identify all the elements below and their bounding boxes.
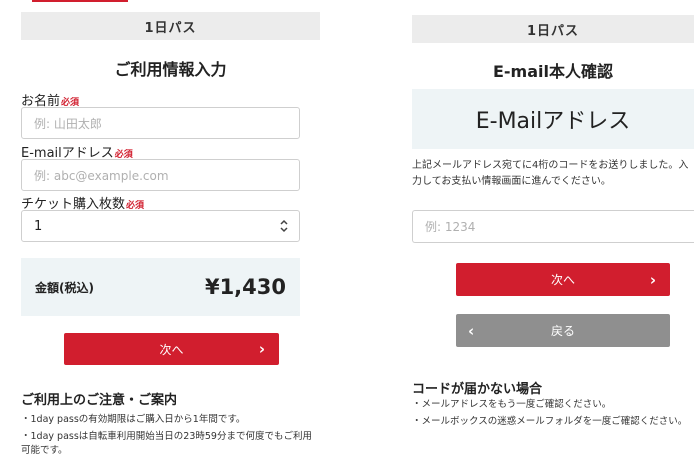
page-title: E-mail本人確認 — [492, 62, 613, 81]
price-summary: 金額(税込) ¥1,430 — [21, 258, 300, 316]
code-placeholder: 例: 1234 — [425, 220, 476, 234]
pass-header: 1日パス — [21, 12, 320, 40]
email-field[interactable]: 例: abc@example.com — [21, 159, 300, 191]
page-title: ご利用情報入力 — [114, 60, 227, 79]
ticket-count-value: 1 — [34, 218, 43, 234]
user-info-screen: 1日パス ご利用情報入力 お名前必須 例: 山田太郎 E-mailアドレス必須 … — [0, 0, 330, 460]
active-tab-indicator — [32, 0, 128, 2]
price-value: ¥1,430 — [204, 275, 286, 299]
notes-title: ご利用上のご注意・ご案内 — [21, 393, 178, 408]
next-button-label: 次へ — [159, 342, 184, 357]
notes-title: コードが届かない場合 — [412, 382, 543, 397]
chevron-right-icon: › — [649, 270, 656, 289]
back-button[interactable]: ‹ 戻る — [456, 314, 670, 347]
list-item: ・メールアドレスをもう一度ご確認ください。 — [412, 399, 612, 410]
email-placeholder: 例: abc@example.com — [34, 168, 169, 183]
list-item: ・1day passの有効期限はご購入日から1年間です。 — [21, 414, 246, 425]
verification-code-field[interactable]: 例: 1234 — [412, 210, 694, 243]
price-label: 金額(税込) — [35, 280, 94, 295]
notes-list: ・1day passの有効期限はご購入日から1年間です。 ・1day passは… — [21, 413, 320, 461]
back-button-label: 戻る — [550, 324, 575, 338]
list-item: ・1day passは自転車利用開始当日の23時59分まで何度でもご利用可能です… — [21, 431, 312, 456]
list-item: ・メールボックスの迷惑メールフォルダを一度ご確認ください。 — [412, 416, 688, 427]
email-verification-screen: 1日パス E-mail本人確認 E-Mailアドレス 上記メールアドレス宛てに4… — [400, 0, 694, 460]
next-button[interactable]: 次へ › — [456, 263, 670, 296]
next-button[interactable]: 次へ › — [64, 333, 279, 365]
email-display: E-Mailアドレス — [412, 89, 694, 149]
select-arrows-icon — [280, 219, 288, 233]
name-field[interactable]: 例: 山田太郎 — [21, 107, 300, 139]
chevron-right-icon: › — [258, 340, 265, 358]
pass-header: 1日パス — [412, 15, 694, 43]
next-button-label: 次へ — [550, 273, 575, 287]
instructions-text: 上記メールアドレス宛てに4桁のコードをお送りしました。入力してお支払い情報画面に… — [412, 160, 689, 187]
chevron-left-icon: ‹ — [468, 321, 475, 340]
notes-list: ・メールアドレスをもう一度ご確認ください。 ・メールボックスの迷惑メールフォルダ… — [412, 398, 694, 432]
ticket-count-select[interactable]: 1 — [21, 210, 300, 242]
name-placeholder: 例: 山田太郎 — [34, 116, 102, 131]
